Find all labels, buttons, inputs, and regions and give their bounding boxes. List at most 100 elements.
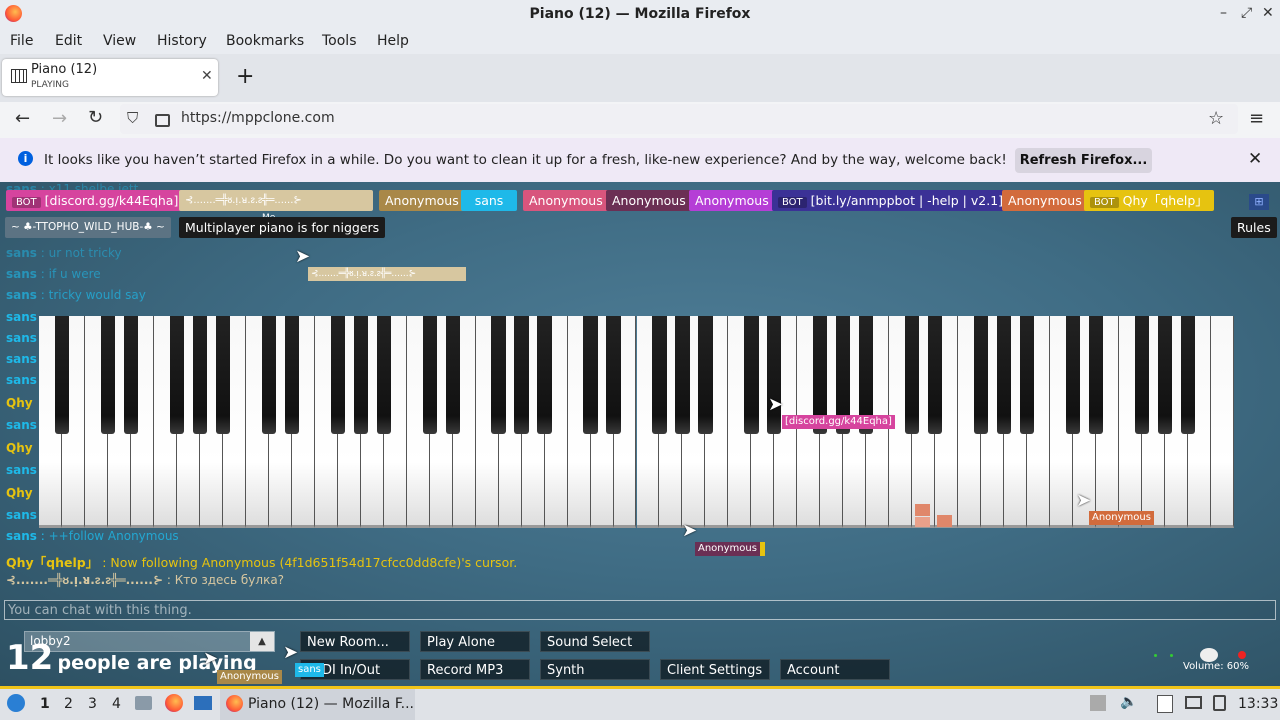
black-key[interactable]: [123, 316, 139, 434]
note-block: [915, 504, 930, 516]
black-key[interactable]: [353, 316, 368, 434]
forward-icon[interactable]: →: [52, 108, 67, 129]
workspace-3[interactable]: 3: [88, 696, 97, 712]
black-key[interactable]: [284, 316, 299, 434]
rules-button[interactable]: Rules: [1231, 217, 1277, 238]
black-key[interactable]: [514, 316, 529, 434]
play-alone-button[interactable]: Play Alone: [420, 631, 530, 652]
black-key[interactable]: [1180, 316, 1196, 434]
user-chip[interactable]: Anonymous: [689, 190, 775, 211]
new-tab-button[interactable]: +: [236, 64, 254, 89]
black-key[interactable]: [606, 316, 621, 434]
clipboard-icon[interactable]: [1157, 695, 1173, 713]
bookmark-star-icon[interactable]: ☆: [1208, 108, 1224, 129]
black-key[interactable]: [997, 316, 1012, 434]
user-chip[interactable]: sans: [461, 190, 517, 211]
workspace-4[interactable]: 4: [112, 696, 121, 712]
file-manager-icon[interactable]: [135, 696, 152, 710]
piano-keyboard[interactable]: [39, 316, 1234, 532]
black-key[interactable]: [422, 316, 437, 434]
lock-icon[interactable]: [155, 114, 170, 127]
toggle-icon[interactable]: ⊞: [1249, 194, 1269, 210]
menu-view[interactable]: View: [103, 33, 136, 49]
close-tab-icon[interactable]: ✕: [201, 68, 213, 84]
black-key[interactable]: [698, 316, 713, 434]
black-key[interactable]: [905, 316, 920, 434]
window-icon[interactable]: [194, 696, 212, 710]
black-key[interactable]: [1020, 316, 1035, 434]
menu-help[interactable]: Help: [377, 33, 409, 49]
new-room-button[interactable]: New Room...: [300, 631, 410, 652]
black-key[interactable]: [675, 316, 690, 434]
volume-label: Volume: 60%: [1183, 661, 1249, 672]
black-key[interactable]: [491, 316, 506, 434]
user-chip[interactable]: ⊰.......═╬ᴕ.ᴉ.ᴚ.ᴤ.ᴤ╬═......⊱: [179, 190, 373, 211]
user-chip[interactable]: BOT [discord.gg/k44Eqha]: [6, 190, 185, 211]
maximize-icon[interactable]: ⤢: [1241, 5, 1252, 21]
synth-button[interactable]: Synth: [540, 659, 650, 680]
close-notification-icon[interactable]: ✕: [1248, 149, 1262, 169]
black-key[interactable]: [652, 316, 667, 434]
display-icon[interactable]: [1185, 696, 1202, 709]
black-key[interactable]: [376, 316, 391, 434]
back-icon[interactable]: ←: [15, 108, 30, 129]
chat-line: sans : ur not tricky: [6, 246, 122, 260]
user-chip[interactable]: ~ ♣-TTOPHO_WILD_HUB-♣ ~: [5, 217, 171, 238]
chat-line: sans: [6, 310, 37, 324]
user-chip[interactable]: Anonymous: [606, 190, 692, 211]
volume-knob[interactable]: [1200, 648, 1218, 662]
white-key[interactable]: [1211, 316, 1234, 528]
account-button[interactable]: Account: [780, 659, 890, 680]
user-chip[interactable]: Anonymous: [1002, 190, 1088, 211]
room-message: Multiplayer piano is for niggers: [179, 217, 386, 238]
black-key[interactable]: [767, 316, 782, 434]
start-menu-icon[interactable]: [7, 694, 25, 712]
url-text[interactable]: https://mppclone.com: [181, 110, 335, 126]
refresh-firefox-button[interactable]: Refresh Firefox...: [1015, 148, 1152, 173]
close-window-icon[interactable]: ✕: [1262, 5, 1274, 21]
black-key[interactable]: [537, 316, 552, 434]
user-chip[interactable]: Anonymous: [523, 190, 609, 211]
chat-input[interactable]: You can chat with this thing.: [4, 600, 1276, 620]
user-chip[interactable]: BOT Qhy「qhelp」: [1084, 190, 1214, 211]
black-key[interactable]: [1134, 316, 1150, 434]
black-key[interactable]: [192, 316, 207, 434]
menu-edit[interactable]: Edit: [55, 33, 82, 49]
black-key[interactable]: [583, 316, 598, 434]
menu-file[interactable]: File: [10, 33, 33, 49]
tray-up-icon[interactable]: [1090, 695, 1106, 711]
black-key[interactable]: [928, 316, 943, 434]
client-settings-button[interactable]: Client Settings: [660, 659, 770, 680]
hamburger-menu-icon[interactable]: ≡: [1249, 108, 1264, 129]
black-key[interactable]: [1088, 316, 1104, 434]
black-key[interactable]: [100, 316, 116, 434]
workspace-1[interactable]: 1: [40, 696, 50, 712]
black-key[interactable]: [169, 316, 184, 434]
user-chip[interactable]: Anonymous: [379, 190, 465, 211]
sound-select-button[interactable]: Sound Select: [540, 631, 650, 652]
shield-icon[interactable]: ⛉: [127, 109, 138, 127]
black-key[interactable]: [215, 316, 230, 434]
volume-icon[interactable]: 🔈: [1120, 694, 1137, 710]
workspace-2[interactable]: 2: [64, 696, 73, 712]
black-key[interactable]: [974, 316, 989, 434]
power-icon[interactable]: [1213, 695, 1226, 711]
tab-piano[interactable]: Piano (12) PLAYING ✕: [2, 59, 218, 96]
minimize-icon[interactable]: –: [1220, 5, 1227, 21]
menu-bookmarks[interactable]: Bookmarks: [226, 33, 304, 49]
black-key[interactable]: [54, 316, 70, 434]
black-key[interactable]: [445, 316, 460, 434]
black-key[interactable]: [330, 316, 345, 434]
reload-icon[interactable]: ↻: [88, 107, 103, 128]
menu-tools[interactable]: Tools: [322, 33, 357, 49]
menu-history[interactable]: History: [157, 33, 207, 49]
black-key[interactable]: [1066, 316, 1081, 434]
firefox-taskbar-icon[interactable]: [165, 694, 183, 712]
cursor-tag: Anonymous: [1089, 511, 1154, 525]
black-key[interactable]: [744, 316, 759, 434]
black-key[interactable]: [261, 316, 276, 434]
record-mp3-button[interactable]: Record MP3: [420, 659, 530, 680]
black-key[interactable]: [1157, 316, 1173, 434]
user-chip[interactable]: BOT [bit.ly/anmppbot | -help | v2.1]: [772, 190, 1010, 211]
chat-line: Qhy: [6, 441, 33, 455]
